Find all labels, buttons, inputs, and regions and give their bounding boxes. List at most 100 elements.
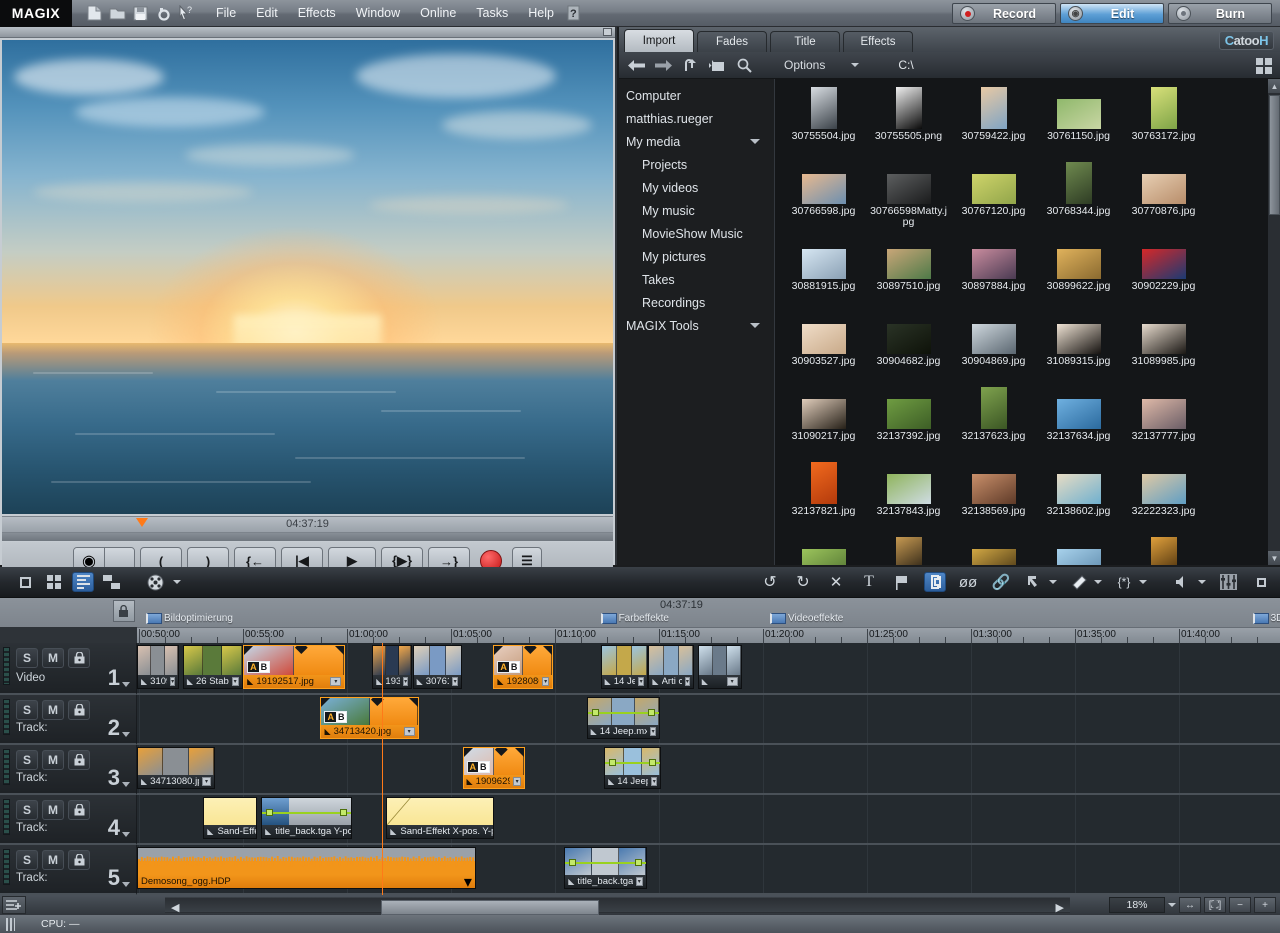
file-grid-item[interactable]: 30904869.jpg (951, 310, 1036, 385)
undo-button[interactable]: ↺ (759, 572, 781, 592)
chevron-down-icon[interactable] (173, 580, 181, 584)
clip-menu-button[interactable]: ▾ (330, 677, 341, 686)
timeline-view-button[interactable] (72, 572, 94, 592)
tree-item-movieshow-music[interactable]: MovieShow Music (622, 222, 774, 245)
chevron-down-icon[interactable] (122, 782, 130, 787)
clip-title-bar[interactable]: ◣19192517.jpg▾ (244, 675, 344, 688)
catooh-logo[interactable]: CatooH (1219, 31, 1274, 50)
file-grid-item[interactable]: 32222323.jpg (1121, 460, 1206, 535)
burn-mode-button[interactable]: Burn (1168, 3, 1272, 24)
clip-title-bar[interactable]: ◣34713420.jpg▾ (321, 725, 417, 738)
timeline-clip[interactable]: ◣26 Stabiliza...▾ (183, 645, 243, 689)
fade-in-handle[interactable] (494, 646, 503, 655)
clip-title-bar[interactable]: ◣14 Jeep.mxv▾ (602, 675, 647, 688)
file-grid-item[interactable]: 30759422.jpg (951, 85, 1036, 160)
menu-tasks[interactable]: Tasks (466, 3, 518, 23)
chevron-down-icon[interactable] (750, 139, 760, 144)
file-grid-item[interactable]: 30766598.jpg (781, 160, 866, 235)
preview-playhead[interactable] (136, 518, 148, 527)
chevron-down-icon[interactable] (1168, 903, 1176, 907)
timeline-clip[interactable]: ◣▾ (698, 645, 742, 689)
marker-lane[interactable]: BildoptimierungFarbeffekteVideoeffekte3D… (137, 613, 1280, 627)
preview-timeline-ruler[interactable]: 04:37:19 (2, 516, 613, 533)
track-solo-button[interactable]: S (16, 750, 38, 770)
file-grid-item[interactable]: 32137634.jpg (1036, 385, 1121, 460)
timeline-clip[interactable]: ◣14 Jeep.mxv▾ (601, 645, 648, 689)
file-grid-item[interactable]: 30897510.jpg (866, 235, 951, 310)
timeline-marker[interactable]: Videoeffekte (770, 613, 843, 624)
track-lock-button[interactable] (68, 648, 90, 668)
clip-menu-button[interactable]: ▾ (202, 777, 212, 786)
chevron-down-icon[interactable] (851, 63, 859, 67)
grid-view-icon[interactable] (1256, 58, 1272, 74)
menu-online[interactable]: Online (410, 3, 466, 23)
track-solo-button[interactable]: S (16, 648, 38, 668)
resize-grip[interactable] (6, 918, 15, 931)
timeline-clip[interactable]: ◣title_back.tga Y-pos. ...▾ (564, 847, 647, 889)
timeline-hscrollbar[interactable]: ◀ ▶ (165, 897, 1070, 913)
clip-menu-button[interactable]: ▾ (638, 677, 644, 686)
clip-title-bar[interactable]: ◣3109021...▾ (138, 675, 178, 688)
track-lock-button[interactable] (68, 850, 90, 870)
redo-button[interactable]: ↻ (792, 572, 814, 592)
file-grid-item[interactable]: 30767120.jpg (951, 160, 1036, 235)
fade-in-handle[interactable] (321, 698, 330, 707)
tree-item-my-media[interactable]: My media (622, 130, 774, 153)
tree-item-my-pictures[interactable]: My pictures (622, 245, 774, 268)
up-level-icon[interactable] (681, 56, 699, 74)
delete-button[interactable]: ✕ (825, 572, 847, 592)
title-text-button[interactable]: T (858, 572, 880, 592)
open-folder-icon[interactable] (107, 3, 127, 23)
tab-fades[interactable]: Fades (697, 31, 767, 52)
back-arrow-icon[interactable] (627, 56, 645, 74)
clip-title-bar[interactable]: ◣Sand-Effekt ...▾ (204, 825, 255, 838)
track-solo-button[interactable]: S (16, 700, 38, 720)
record-mode-button[interactable]: Record (952, 3, 1056, 24)
preview-render-button[interactable] (144, 572, 166, 592)
scroll-down-arrow[interactable]: ▼ (1268, 551, 1280, 565)
clip-menu-button[interactable]: ▾ (464, 872, 472, 890)
timeline-clip[interactable]: ◣3076115...▾ (413, 645, 463, 689)
track-lock-all-button[interactable] (113, 600, 135, 622)
menu-file[interactable]: File (206, 3, 246, 23)
timeline-clip[interactable]: ◣19343166.jpg▾ (372, 645, 412, 689)
file-grid-item[interactable]: 32137777.jpg (1121, 385, 1206, 460)
fade-out-handle[interactable] (543, 646, 552, 655)
fade-out-handle[interactable] (409, 698, 418, 707)
track-lock-button[interactable] (68, 700, 90, 720)
file-grid-item[interactable]: 30766598Matty.jpg (866, 160, 951, 235)
file-grid-item[interactable]: 30768344.jpg (1036, 160, 1121, 235)
tab-title[interactable]: Title (770, 31, 840, 52)
keyframe-envelope[interactable] (565, 862, 646, 864)
clip-menu-button[interactable]: ▾ (170, 677, 175, 686)
file-grid-item[interactable]: 32334725.jpg (1036, 535, 1121, 565)
file-grid-item[interactable]: 30902229.jpg (1121, 235, 1206, 310)
fade-out-handle[interactable] (515, 748, 524, 757)
settings-gear-icon[interactable] (153, 3, 173, 23)
file-grid-item[interactable]: 31090217.jpg (781, 385, 866, 460)
file-grid-item[interactable]: 31089985.jpg (1121, 310, 1206, 385)
file-grid-item[interactable]: 32138602.jpg (1036, 460, 1121, 535)
clip-title-bar[interactable]: ◣19280861.jpg▾ (494, 675, 552, 688)
chevron-down-icon[interactable] (1049, 580, 1057, 584)
clip-menu-button[interactable]: ▾ (651, 777, 657, 786)
timeline-clip[interactable]: ◣3109021...▾ (137, 645, 179, 689)
clip-title-bar[interactable]: ◣14 Jeep.mxv X-pos....▾ (588, 725, 660, 738)
track-mute-button[interactable]: M (42, 850, 64, 870)
tree-item-my-videos[interactable]: My videos (622, 176, 774, 199)
tree-item-projects[interactable]: Projects (622, 153, 774, 176)
timeline-audio-clip[interactable]: Demosong_ogg.HDP▾ (137, 847, 476, 889)
timeline-marker[interactable]: 3D-Power-E... (1253, 613, 1280, 624)
multicam-view-button[interactable] (101, 572, 123, 592)
chevron-down-icon[interactable] (750, 323, 760, 328)
path-display[interactable]: C:\ (898, 58, 913, 72)
timeline-clip[interactable]: ◣14 Jeep.mxv ...▾ (604, 747, 661, 789)
track-mute-button[interactable]: M (42, 750, 64, 770)
file-grid-item[interactable]: 30899622.jpg (1036, 235, 1121, 310)
file-grid-item[interactable]: 30763172.jpg (1121, 85, 1206, 160)
marker-flag-icon[interactable] (1253, 613, 1269, 624)
snap-magnet-button[interactable] (924, 572, 946, 592)
pan-button[interactable]: ↔ (1179, 897, 1201, 913)
clip-menu-button[interactable]: ▾ (232, 677, 239, 686)
file-grid-item[interactable]: 32229418.jpg (781, 535, 866, 565)
